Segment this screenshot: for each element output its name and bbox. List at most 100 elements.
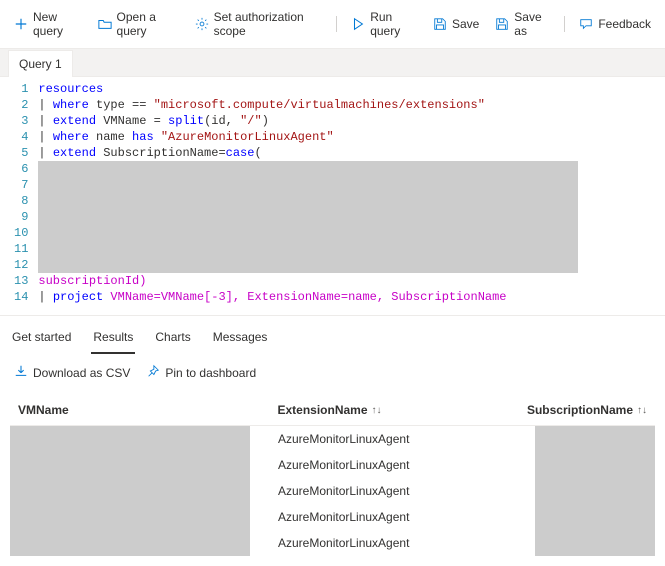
code-token: ) [262,114,269,128]
code-token: extend [53,114,96,128]
code-token: resources [38,82,103,96]
new-query-label: New query [33,10,82,38]
run-query-label: Run query [370,10,417,38]
separator [336,16,337,32]
line-number: 7 [14,177,28,193]
code-token: SubscriptionName= [96,146,226,160]
folder-open-icon [98,17,112,31]
code-token: "/" [240,114,262,128]
cell-extensionname: AzureMonitorLinuxAgent [270,510,520,524]
code-token: (id, [204,114,240,128]
line-number: 10 [14,225,28,241]
line-number: 9 [14,209,28,225]
download-csv-button[interactable]: Download as CSV [14,364,130,381]
open-query-button[interactable]: Open a query [92,6,185,42]
header-label: ExtensionName [277,403,367,417]
set-scope-button[interactable]: Set authorization scope [189,6,329,42]
code-token: "AzureMonitorLinuxAgent" [161,130,334,144]
tab-results[interactable]: Results [91,324,135,354]
code-token: split [168,114,204,128]
column-header-subscriptionname[interactable]: SubscriptionName ↑↓ [519,395,655,425]
download-csv-label: Download as CSV [33,366,130,380]
code-token: | [38,114,52,128]
feedback-label: Feedback [598,17,651,31]
feedback-button[interactable]: Feedback [573,13,657,35]
code-token: | [38,290,52,304]
line-number: 1 [14,81,28,97]
redacted-block [10,426,250,556]
grid-header: VMName ExtensionName ↑↓ SubscriptionName… [10,395,655,425]
tab-messages[interactable]: Messages [211,324,270,354]
line-number: 3 [14,113,28,129]
code-token: VMName = [96,114,168,128]
cell-extensionname: AzureMonitorLinuxAgent [270,432,520,446]
result-actions: Download as CSV Pin to dashboard [0,354,665,395]
code-token: subscriptionId) [38,274,146,288]
code-token: "microsoft.compute/virtualmachines/exten… [154,98,485,112]
line-number: 12 [14,257,28,273]
set-scope-label: Set authorization scope [214,10,323,38]
save-as-icon [495,17,509,31]
redacted-block [535,426,655,556]
code-token: extend [53,146,96,160]
code-token: | [38,98,52,112]
line-number: 13 [14,273,28,289]
results-grid: VMName ExtensionName ↑↓ SubscriptionName… [0,395,665,566]
code-token [154,130,161,144]
line-number: 6 [14,161,28,177]
code-token: project [53,290,103,304]
pin-dashboard-button[interactable]: Pin to dashboard [146,364,256,381]
tab-charts[interactable]: Charts [153,324,192,354]
column-header-vmname[interactable]: VMName [10,395,269,425]
download-icon [14,364,28,381]
separator [564,16,565,32]
code-token: has [132,130,154,144]
header-label: SubscriptionName [527,403,633,417]
header-label: VMName [18,403,69,417]
grid-body: AzureMonitorLinuxAgent AzureMonitorLinux… [10,425,655,556]
sort-icon: ↑↓ [637,405,647,416]
line-number: 11 [14,241,28,257]
line-number: 2 [14,97,28,113]
redacted-block [38,161,578,273]
line-number: 5 [14,145,28,161]
sort-icon: ↑↓ [372,405,382,416]
line-number: 8 [14,193,28,209]
cell-extensionname: AzureMonitorLinuxAgent [270,536,520,550]
code-editor[interactable]: 1 2 3 4 5 6 7 8 9 10 11 12 13 14 resourc… [0,77,665,315]
open-query-label: Open a query [117,10,179,38]
run-query-button[interactable]: Run query [345,6,423,42]
save-button[interactable]: Save [427,13,485,35]
code-token: name [89,130,132,144]
save-label: Save [452,17,479,31]
code-token: | [38,130,52,144]
cell-extensionname: AzureMonitorLinuxAgent [270,484,520,498]
play-icon [351,17,365,31]
code-token: VMName=VMName[-3], ExtensionName=name, S… [103,290,506,304]
column-header-extensionname[interactable]: ExtensionName ↑↓ [269,395,519,425]
feedback-icon [579,17,593,31]
code-token: case [226,146,255,160]
save-icon [433,17,447,31]
gear-icon [195,17,209,31]
line-number: 4 [14,129,28,145]
toolbar: New query Open a query Set authorization… [0,0,665,49]
plus-icon [14,17,28,31]
line-gutter: 1 2 3 4 5 6 7 8 9 10 11 12 13 14 [0,81,38,305]
line-number: 14 [14,289,28,305]
code-token: type == [89,98,154,112]
result-tabs: Get started Results Charts Messages [0,315,665,354]
code-token: ( [254,146,261,160]
pin-dashboard-label: Pin to dashboard [165,366,256,380]
query-tab[interactable]: Query 1 [8,50,73,77]
query-tab-bar: Query 1 [0,49,665,77]
save-as-label: Save as [514,10,550,38]
code-token: where [53,130,89,144]
pin-icon [146,364,160,381]
tab-get-started[interactable]: Get started [10,324,73,354]
code-token: where [53,98,89,112]
code-content[interactable]: resources | where type == "microsoft.com… [38,81,665,305]
save-as-button[interactable]: Save as [489,6,556,42]
new-query-button[interactable]: New query [8,6,88,42]
code-token: | [38,146,52,160]
